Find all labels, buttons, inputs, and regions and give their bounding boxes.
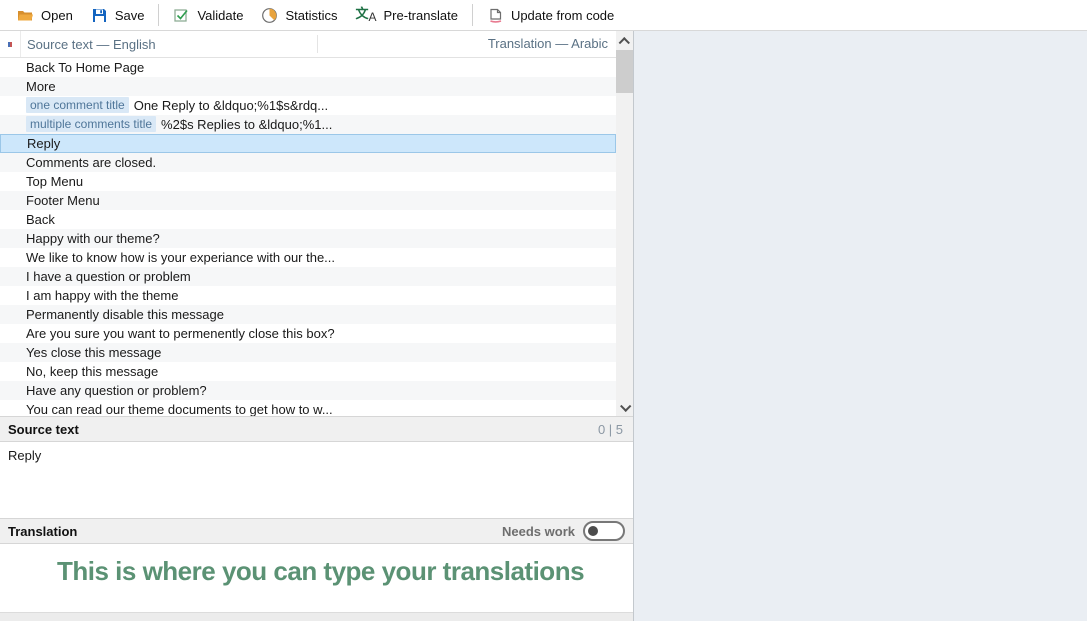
toolbar-separator (472, 4, 473, 26)
source-text-panel-header: Source text 0 | 5 (0, 416, 633, 442)
list-item[interactable]: More (0, 77, 616, 96)
validate-check-icon (173, 7, 190, 24)
source-string-text: More (26, 79, 56, 94)
vertical-scrollbar[interactable] (616, 31, 633, 416)
source-string-text: Comments are closed. (26, 155, 156, 170)
translation-title: Translation (8, 524, 77, 539)
main-area: Source text — English Translation — Arab… (0, 31, 1087, 621)
source-text-content: Reply (0, 442, 633, 518)
list-item[interactable]: No, keep this message (0, 362, 616, 381)
list-item[interactable]: You can read our theme documents to get … (0, 400, 616, 416)
list-item[interactable]: one comment title One Reply to &ldquo;%1$… (0, 96, 616, 115)
context-badge: multiple comments title (26, 116, 156, 132)
statistics-pie-icon (261, 7, 278, 24)
open-folder-icon (17, 7, 34, 24)
source-string-text: One Reply to &ldquo;%1$s&rdq... (134, 98, 328, 113)
translation-column-header: Translation — Arabic (488, 31, 608, 57)
list-item[interactable]: Top Menu (0, 172, 616, 191)
char-counter: 0 | 5 (598, 422, 625, 437)
toolbar-separator (158, 4, 159, 26)
list-item[interactable]: Back To Home Page (0, 58, 616, 77)
source-string-text: Yes close this message (26, 345, 161, 360)
column-divider (317, 35, 318, 53)
open-button-label: Open (41, 8, 73, 23)
save-button[interactable]: Save (82, 3, 154, 27)
validate-button[interactable]: Validate (164, 3, 252, 27)
source-string-text: We like to know how is your experiance w… (26, 250, 335, 265)
update-from-code-icon (487, 7, 504, 24)
source-string-text: Top Menu (26, 174, 83, 189)
list-item[interactable]: Permanently disable this message (0, 305, 616, 324)
scroll-up-button[interactable] (616, 34, 633, 49)
toggle-knob (588, 526, 598, 536)
source-string-text: %2$s Replies to &ldquo;%1... (161, 117, 332, 132)
source-string-text: Reply (27, 136, 60, 151)
pre-translate-icon: 文A (355, 6, 376, 25)
list-item[interactable]: multiple comments title %2$s Replies to &… (0, 115, 616, 134)
save-button-label: Save (115, 8, 145, 23)
editor-pane: Source text — English Translation — Arab… (0, 31, 633, 621)
list-item[interactable]: Comments are closed. (0, 153, 616, 172)
chevron-down-icon (620, 400, 631, 411)
open-button[interactable]: Open (8, 3, 82, 27)
statistics-button[interactable]: Statistics (252, 3, 346, 27)
list-item[interactable]: Happy with our theme? (0, 229, 616, 248)
update-from-code-button[interactable]: Update from code (478, 3, 623, 27)
list-item[interactable]: Are you sure you want to permenently clo… (0, 324, 616, 343)
validate-button-label: Validate (197, 8, 243, 23)
needs-work-label: Needs work (502, 524, 575, 539)
sort-indicator-icon (8, 42, 12, 47)
sidebar-panel (633, 31, 1087, 621)
statistics-button-label: Statistics (285, 8, 337, 23)
list-item[interactable]: Have any question or problem? (0, 381, 616, 400)
update-from-code-button-label: Update from code (511, 8, 614, 23)
list-item[interactable]: Yes close this message (0, 343, 616, 362)
pre-translate-button[interactable]: 文A Pre-translate (346, 3, 466, 27)
list-item[interactable]: Reply (0, 134, 616, 153)
source-string-text: Back (26, 212, 55, 227)
needs-work-toggle[interactable] (583, 521, 625, 541)
pre-translate-button-label: Pre-translate (384, 8, 458, 23)
list-item[interactable]: I have a question or problem (0, 267, 616, 286)
translation-panel-header: Translation Needs work (0, 518, 633, 544)
scrollbar-thumb[interactable] (616, 50, 633, 93)
source-string-text: Are you sure you want to permenently clo… (26, 326, 335, 341)
source-string-text: You can read our theme documents to get … (26, 402, 333, 416)
marker-column-header (0, 31, 21, 57)
source-string-text: Footer Menu (26, 193, 100, 208)
string-list: Source text — English Translation — Arab… (0, 31, 633, 416)
context-badge: one comment title (26, 97, 129, 113)
list-item[interactable]: I am happy with the theme (0, 286, 616, 305)
translation-text: This is where you can type your translat… (57, 556, 584, 587)
source-text-title: Source text (8, 422, 79, 437)
chevron-up-icon (618, 37, 629, 48)
list-header: Source text — English Translation — Arab… (0, 31, 633, 58)
source-string-text: Back To Home Page (26, 60, 144, 75)
list-rows: Back To Home Page More one comment title On… (0, 58, 616, 416)
list-item[interactable]: Back (0, 210, 616, 229)
list-item[interactable]: Footer Menu (0, 191, 616, 210)
source-string-text: Permanently disable this message (26, 307, 224, 322)
toolbar: Open Save Validate Stat (0, 0, 1087, 31)
save-floppy-icon (91, 7, 108, 24)
scroll-down-button[interactable] (616, 399, 633, 414)
source-string-text: I am happy with the theme (26, 288, 178, 303)
list-item[interactable]: We like to know how is your experiance w… (0, 248, 616, 267)
source-string-text: Have any question or problem? (26, 383, 207, 398)
translation-input[interactable]: This is where you can type your translat… (0, 544, 633, 612)
source-string-text: Happy with our theme? (26, 231, 160, 246)
source-string-text: No, keep this message (26, 364, 158, 379)
source-string-text: I have a question or problem (26, 269, 191, 284)
